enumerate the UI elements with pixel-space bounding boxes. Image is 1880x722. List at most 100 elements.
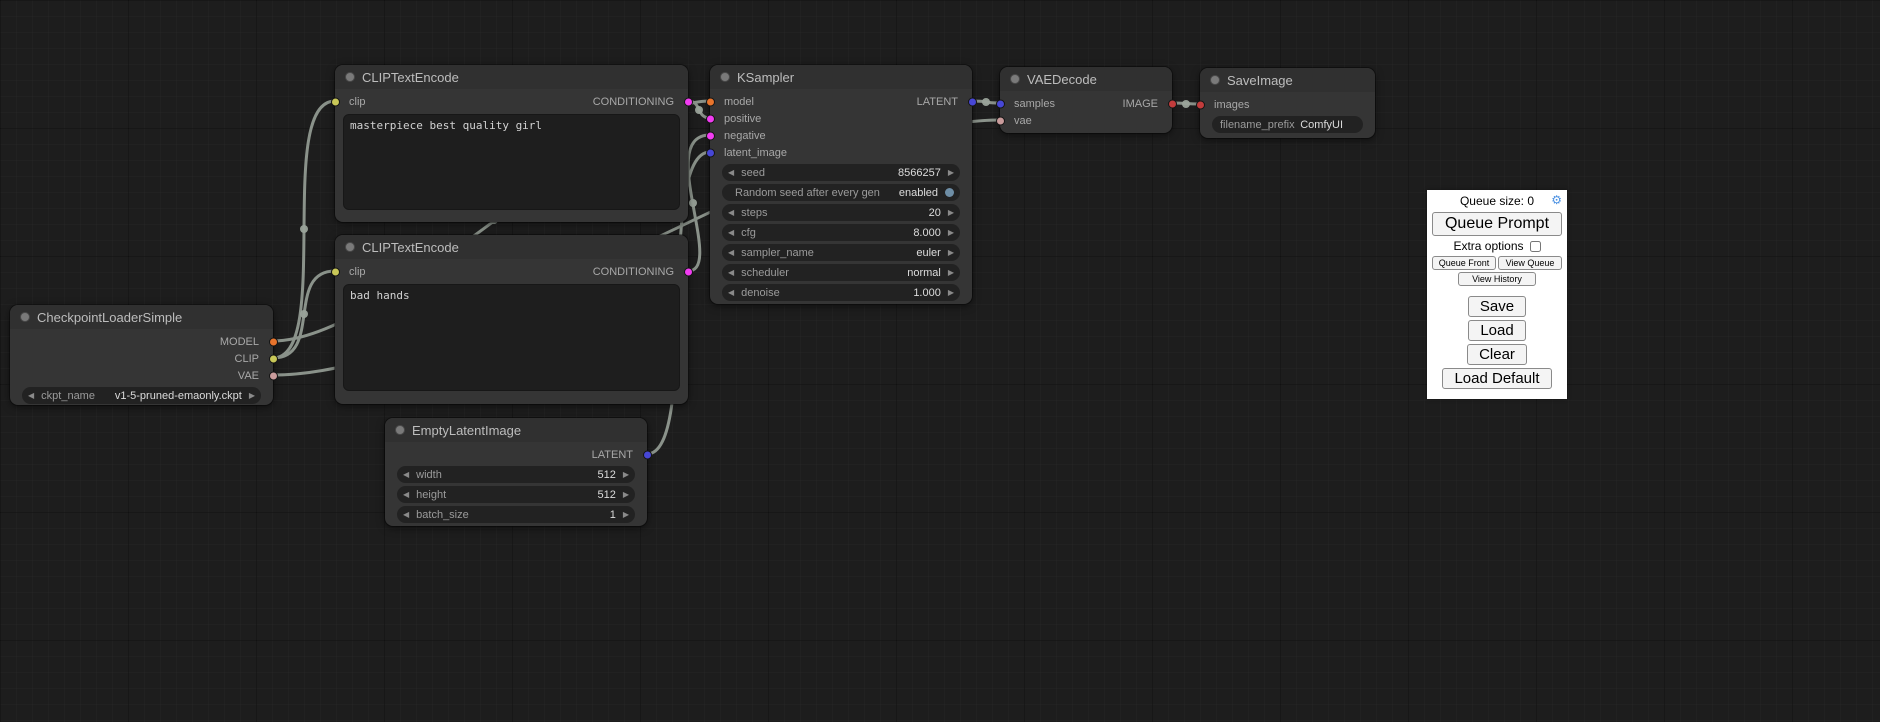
node-canvas[interactable]: CheckpointLoaderSimple MODEL CLIP VAE ◀ … — [0, 0, 1880, 722]
width-widget[interactable]: ◀ width 512 ▶ — [397, 466, 635, 483]
collapse-dot-icon[interactable] — [1210, 75, 1220, 85]
decrement-arrow-icon[interactable]: ◀ — [728, 229, 734, 237]
node-title-bar[interactable]: CLIPTextEncode — [335, 235, 688, 259]
increment-arrow-icon[interactable]: ▶ — [948, 209, 954, 217]
latent-output-port[interactable] — [643, 450, 652, 459]
random-seed-widget[interactable]: Random seed after every gen enabled — [722, 184, 960, 201]
save-button[interactable]: Save — [1468, 296, 1526, 317]
increment-arrow-icon[interactable]: ▶ — [948, 169, 954, 177]
increment-arrow-icon[interactable]: ▶ — [948, 269, 954, 277]
port-label-model: model — [724, 96, 754, 108]
node-title-bar[interactable]: CLIPTextEncode — [335, 65, 688, 89]
samples-input-port[interactable] — [996, 99, 1005, 108]
port-row: clip CONDITIONING — [335, 263, 688, 280]
node-clip-text-encode-negative[interactable]: CLIPTextEncode clip CONDITIONING bad han… — [335, 235, 688, 404]
conditioning-output-port[interactable] — [684, 267, 693, 276]
vae-output-port[interactable] — [269, 371, 278, 380]
filename-prefix-widget[interactable]: filename_prefix ComfyUI — [1212, 116, 1363, 133]
collapse-dot-icon[interactable] — [720, 72, 730, 82]
collapse-dot-icon[interactable] — [345, 242, 355, 252]
node-checkpoint-loader-simple[interactable]: CheckpointLoaderSimple MODEL CLIP VAE ◀ … — [10, 305, 273, 405]
sampler-name-widget[interactable]: ◀ sampler_name euler ▶ — [722, 244, 960, 261]
model-input-port[interactable] — [706, 97, 715, 106]
view-history-button[interactable]: View History — [1458, 272, 1536, 286]
widget-value: 1.000 — [913, 287, 941, 299]
decrement-arrow-icon[interactable]: ◀ — [403, 511, 409, 519]
node-title: EmptyLatentImage — [412, 423, 521, 438]
latent-output-port[interactable] — [968, 97, 977, 106]
image-output-port[interactable] — [1168, 99, 1177, 108]
cfg-widget[interactable]: ◀ cfg 8.000 ▶ — [722, 224, 960, 241]
decrement-arrow-icon[interactable]: ◀ — [728, 169, 734, 177]
settings-gear-icon[interactable]: ⚙ — [1551, 193, 1562, 207]
collapse-dot-icon[interactable] — [20, 312, 30, 322]
widget-label: sampler_name — [741, 247, 814, 259]
decrement-arrow-icon[interactable]: ◀ — [403, 471, 409, 479]
denoise-widget[interactable]: ◀ denoise 1.000 ▶ — [722, 284, 960, 301]
images-input-port[interactable] — [1196, 100, 1205, 109]
collapse-dot-icon[interactable] — [345, 72, 355, 82]
node-save-image[interactable]: SaveImage images filename_prefix ComfyUI — [1200, 68, 1375, 138]
clip-input-port[interactable] — [331, 97, 340, 106]
decrement-arrow-icon[interactable]: ◀ — [403, 491, 409, 499]
collapse-dot-icon[interactable] — [395, 425, 405, 435]
clear-button[interactable]: Clear — [1467, 344, 1527, 365]
port-row: latent_image — [710, 144, 972, 161]
queue-prompt-button[interactable]: Queue Prompt — [1432, 212, 1562, 236]
decrement-arrow-icon[interactable]: ◀ — [728, 209, 734, 217]
increment-arrow-icon[interactable]: ▶ — [948, 229, 954, 237]
port-row: samples IMAGE — [1000, 95, 1172, 112]
seed-widget[interactable]: ◀ seed 8566257 ▶ — [722, 164, 960, 181]
height-widget[interactable]: ◀ height 512 ▶ — [397, 486, 635, 503]
scheduler-widget[interactable]: ◀ scheduler normal ▶ — [722, 264, 960, 281]
collapse-dot-icon[interactable] — [1010, 74, 1020, 84]
node-empty-latent-image[interactable]: EmptyLatentImage LATENT ◀ width 512 ▶ ◀ … — [385, 418, 647, 526]
comfy-menu-panel[interactable]: Queue size: 0 ⚙ Queue Prompt Extra optio… — [1427, 190, 1567, 399]
load-button[interactable]: Load — [1468, 320, 1525, 341]
steps-widget[interactable]: ◀ steps 20 ▶ — [722, 204, 960, 221]
port-label-clip: CLIP — [235, 353, 259, 365]
prompt-textarea[interactable]: masterpiece best quality girl — [343, 114, 680, 210]
conditioning-output-port[interactable] — [684, 97, 693, 106]
queue-front-button[interactable]: Queue Front — [1432, 256, 1496, 270]
node-title-bar[interactable]: EmptyLatentImage — [385, 418, 647, 442]
decrement-arrow-icon[interactable]: ◀ — [728, 269, 734, 277]
node-title: CheckpointLoaderSimple — [37, 310, 182, 325]
increment-arrow-icon[interactable]: ▶ — [623, 471, 629, 479]
node-title-bar[interactable]: KSampler — [710, 65, 972, 89]
node-title-bar[interactable]: CheckpointLoaderSimple — [10, 305, 273, 329]
node-ksampler[interactable]: KSampler model LATENT positive negative … — [710, 65, 972, 304]
decrement-arrow-icon[interactable]: ◀ — [728, 249, 734, 257]
negative-input-port[interactable] — [706, 131, 715, 140]
widget-label: denoise — [741, 287, 780, 299]
node-vae-decode[interactable]: VAEDecode samples IMAGE vae — [1000, 67, 1172, 133]
clip-input-port[interactable] — [331, 267, 340, 276]
increment-arrow-icon[interactable]: ▶ — [249, 392, 255, 400]
batch-size-widget[interactable]: ◀ batch_size 1 ▶ — [397, 506, 635, 523]
view-queue-button[interactable]: View Queue — [1498, 256, 1562, 270]
port-label-vae: vae — [1014, 115, 1032, 127]
widget-value: 20 — [929, 207, 941, 219]
increment-arrow-icon[interactable]: ▶ — [623, 491, 629, 499]
prompt-textarea[interactable]: bad hands — [343, 284, 680, 391]
widget-label: Random seed after every gen — [735, 187, 880, 199]
port-row: vae — [1000, 112, 1172, 129]
widget-label: height — [416, 489, 446, 501]
load-default-button[interactable]: Load Default — [1442, 368, 1551, 389]
random-seed-toggle-icon[interactable] — [945, 188, 954, 197]
positive-input-port[interactable] — [706, 114, 715, 123]
node-title-bar[interactable]: VAEDecode — [1000, 67, 1172, 91]
decrement-arrow-icon[interactable]: ◀ — [728, 289, 734, 297]
latent-image-input-port[interactable] — [706, 148, 715, 157]
node-clip-text-encode-positive[interactable]: CLIPTextEncode clip CONDITIONING masterp… — [335, 65, 688, 222]
model-output-port[interactable] — [269, 337, 278, 346]
increment-arrow-icon[interactable]: ▶ — [948, 249, 954, 257]
increment-arrow-icon[interactable]: ▶ — [623, 511, 629, 519]
increment-arrow-icon[interactable]: ▶ — [948, 289, 954, 297]
node-title-bar[interactable]: SaveImage — [1200, 68, 1375, 92]
ckpt-name-widget[interactable]: ◀ ckpt_name v1-5-pruned-emaonly.ckpt ▶ — [22, 387, 261, 404]
decrement-arrow-icon[interactable]: ◀ — [28, 392, 34, 400]
clip-output-port[interactable] — [269, 354, 278, 363]
extra-options-checkbox[interactable] — [1530, 241, 1541, 252]
vae-input-port[interactable] — [996, 116, 1005, 125]
